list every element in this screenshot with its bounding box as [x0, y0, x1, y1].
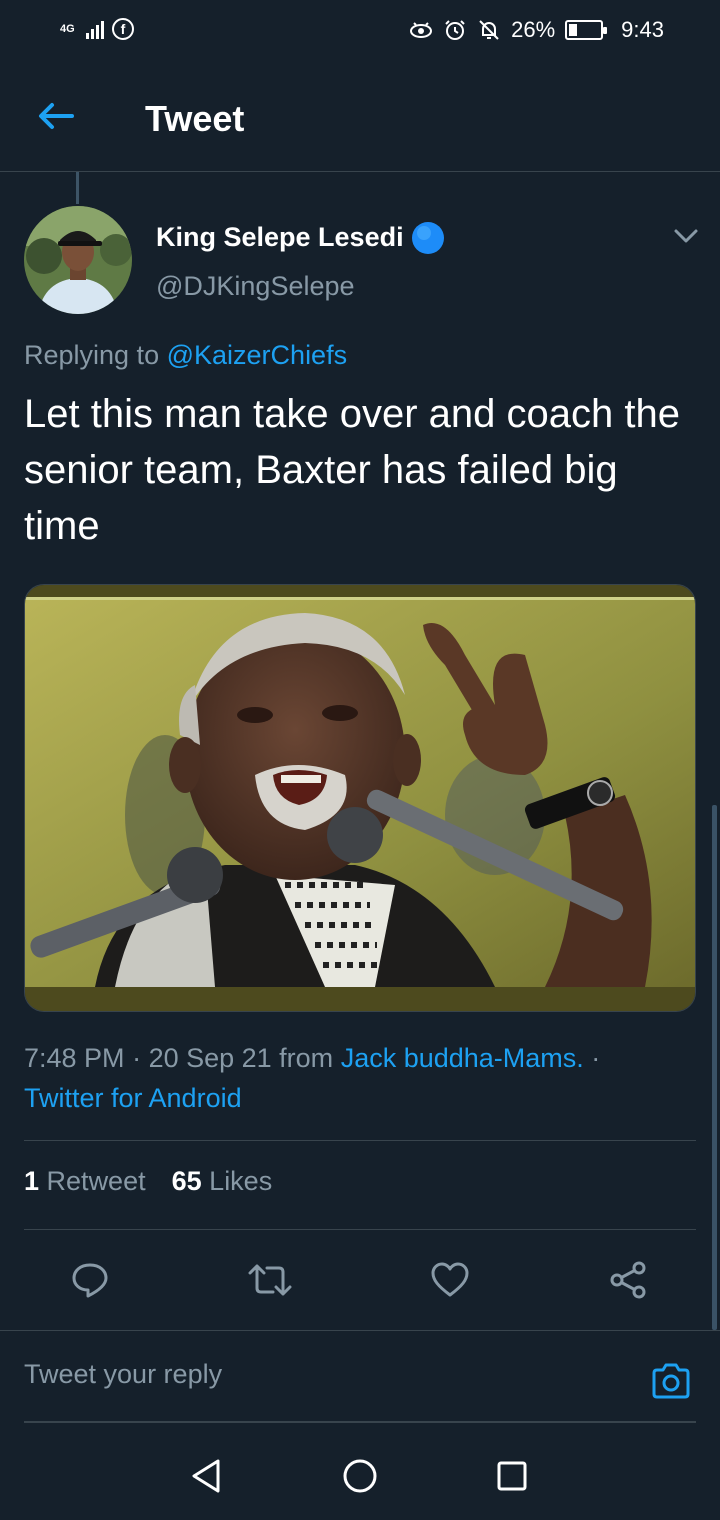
mention-link[interactable]: @KaizerChiefs	[167, 340, 347, 370]
tweet-actions	[0, 1250, 720, 1310]
battery-level	[569, 24, 578, 36]
share-icon[interactable]	[598, 1250, 658, 1310]
status-bar: 4G f 26% 9:43	[0, 0, 720, 64]
tweet-media[interactable]	[24, 584, 696, 1012]
divider	[24, 1229, 696, 1230]
likes-stat[interactable]: 65 Likes	[172, 1166, 273, 1197]
retweets-count: 1	[24, 1166, 40, 1196]
from-label: from	[271, 1043, 341, 1073]
signal-icon	[86, 19, 104, 39]
likes-count: 65	[171, 1166, 202, 1196]
tweet-meta: 7:48 PM · 20 Sep 21 from Jack buddha-Mam…	[24, 1038, 704, 1118]
camera-icon[interactable]	[650, 1361, 692, 1401]
status-left: 4G f	[60, 18, 134, 40]
likes-label: Likes	[209, 1166, 273, 1196]
network-type: 4G	[60, 22, 75, 35]
chevron-down-icon[interactable]	[672, 224, 700, 248]
reply-bar	[0, 1330, 720, 1432]
avatar-image	[24, 206, 132, 314]
retweets-stat[interactable]: 1 Retweet	[24, 1166, 146, 1197]
retweets-label: Retweet	[46, 1166, 146, 1196]
screen: 4G f 26% 9:43 Tweet King Selepe Lesedi @…	[0, 0, 720, 1520]
tweet-date: 20 Sep 21	[148, 1043, 272, 1073]
author-name[interactable]: King Selepe Lesedi	[156, 222, 404, 253]
alarm-icon	[445, 20, 465, 40]
eye-icon	[410, 22, 433, 38]
avatar[interactable]	[24, 206, 132, 314]
scrollbar[interactable]	[712, 805, 717, 1330]
divider	[24, 1140, 696, 1141]
reply-input[interactable]	[24, 1351, 624, 1397]
tweet-time: 7:48 PM	[24, 1043, 125, 1073]
verified-badge-icon	[412, 222, 444, 254]
author-handle[interactable]: @DJKingSelepe	[156, 271, 355, 302]
reply-underline	[24, 1421, 696, 1423]
mute-icon	[479, 20, 499, 40]
meta-separator: ·	[583, 1043, 601, 1073]
tweet-text: Let this man take over and coach the sen…	[24, 392, 680, 548]
battery-percent: 26%	[511, 17, 556, 42]
system-navbar	[0, 1432, 720, 1520]
status-right: 26% 9:43	[409, 17, 664, 43]
arrow-left-icon[interactable]	[34, 94, 78, 138]
battery-icon	[565, 20, 608, 40]
replying-prefix: Replying to	[24, 340, 160, 370]
facebook-icon: f	[112, 18, 134, 40]
thread-line	[76, 172, 79, 204]
meta-separator: ·	[124, 1043, 149, 1073]
back-triangle-icon[interactable]	[182, 1452, 230, 1500]
retweet-icon[interactable]	[240, 1250, 300, 1310]
like-icon[interactable]	[420, 1250, 480, 1310]
recents-square-icon[interactable]	[488, 1452, 536, 1500]
clock: 9:43	[621, 17, 664, 42]
app-header: Tweet	[0, 64, 720, 172]
replying-to: Replying to @KaizerChiefs	[24, 340, 347, 371]
tweet-stats: 1 Retweet 65 Likes	[24, 1166, 272, 1197]
source-link[interactable]: Twitter for Android	[24, 1083, 242, 1113]
reply-icon[interactable]	[60, 1250, 120, 1310]
tweet-photo	[25, 585, 695, 1011]
location-link[interactable]: Jack buddha-Mams.	[341, 1043, 584, 1073]
home-circle-icon[interactable]	[336, 1452, 384, 1500]
page-title: Tweet	[145, 98, 245, 139]
